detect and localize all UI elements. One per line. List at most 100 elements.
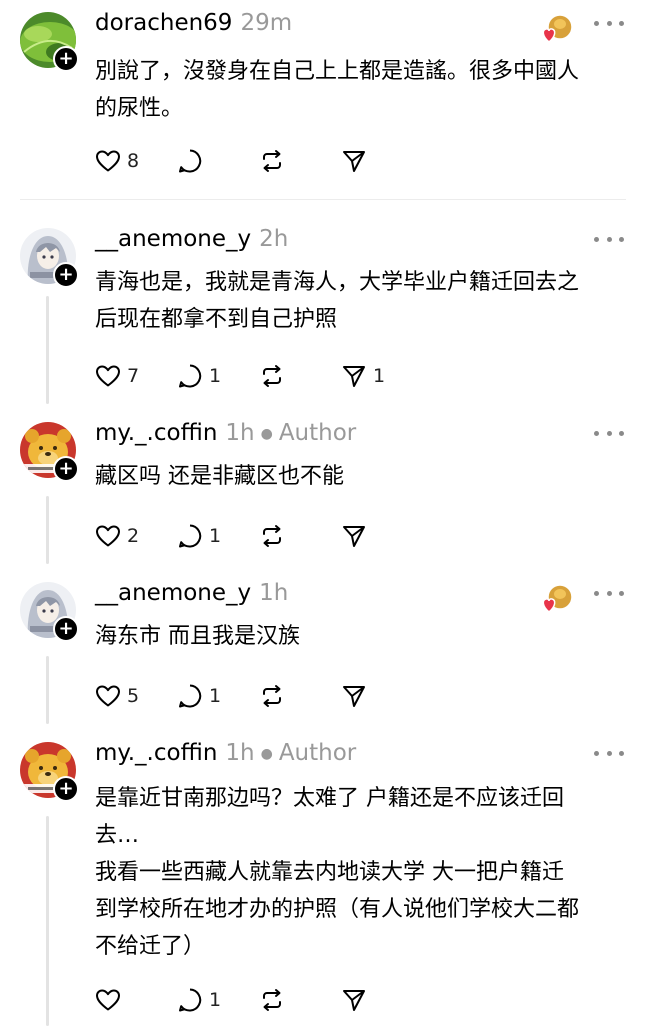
- reply-count: 1: [209, 989, 222, 1011]
- post-header: my._.coffin 1h ● Author: [95, 420, 356, 446]
- post-text: 青海也是，我就是青海人，大学毕业户籍迁回去之 后现在都拿不到自己护照: [95, 264, 579, 338]
- more-options-icon[interactable]: [594, 586, 624, 600]
- comment-bubble-icon: [179, 684, 202, 708]
- repost-icon: [263, 989, 281, 1011]
- post-text-line: 是靠近甘南那边吗？太难了 户籍还是不应该迁回: [95, 786, 564, 811]
- author-tag: Author: [278, 740, 357, 766]
- post-text-line: 別說了，沒發身在自己上上都是造謠。很多中國人: [95, 59, 580, 84]
- share-button[interactable]: [341, 987, 423, 1013]
- username[interactable]: my._.coffin: [95, 740, 217, 766]
- reply-button[interactable]: 1: [177, 987, 259, 1013]
- username[interactable]: __anemone_y: [95, 226, 251, 252]
- like-button[interactable]: 7: [95, 364, 177, 388]
- post-text: 藏区吗 还是非藏区也不能: [95, 458, 344, 495]
- repost-button[interactable]: [259, 683, 341, 709]
- repost-icon: [263, 365, 281, 387]
- share-button[interactable]: [341, 523, 423, 549]
- follow-plus-button[interactable]: +: [53, 616, 79, 642]
- more-options-icon[interactable]: [594, 746, 624, 760]
- author-liked-badge-icon: [542, 584, 573, 613]
- comment-bubble-icon: [179, 149, 202, 173]
- share-count: 1: [373, 365, 386, 387]
- like-count: 2: [127, 525, 140, 547]
- repost-icon: [263, 685, 281, 707]
- reply-count: 1: [209, 365, 222, 387]
- heart-icon: [96, 685, 120, 707]
- timestamp: 2h: [259, 226, 289, 252]
- reply-button[interactable]: 1: [177, 683, 259, 709]
- post-divider: [20, 199, 626, 200]
- share-button[interactable]: [341, 148, 423, 174]
- separator-dot: ●: [260, 745, 273, 762]
- like-button[interactable]: 5: [95, 684, 177, 708]
- reply-button[interactable]: 1: [177, 363, 259, 389]
- follow-plus-button[interactable]: +: [53, 46, 79, 72]
- post-text-line: 的尿性。: [95, 96, 184, 121]
- comment-bubble-icon: [179, 988, 202, 1012]
- share-button[interactable]: [341, 683, 423, 709]
- username[interactable]: dorachen69: [95, 10, 232, 36]
- username[interactable]: my._.coffin: [95, 420, 217, 446]
- avatar[interactable]: +: [20, 228, 79, 288]
- send-icon: [343, 686, 365, 707]
- action-bar: 1: [95, 985, 423, 1015]
- send-icon: [343, 151, 365, 172]
- send-icon: [343, 526, 365, 547]
- repost-button[interactable]: [259, 363, 341, 389]
- action-bar: 7 1 1: [95, 361, 423, 391]
- post-text-line: 我看一些西藏人就靠去内地读大学 大一把户籍迁: [95, 860, 564, 885]
- share-button[interactable]: 1: [341, 363, 423, 389]
- send-icon: [343, 990, 365, 1011]
- avatar[interactable]: +: [20, 742, 79, 802]
- heart-icon: [96, 989, 120, 1011]
- post-text-line: 藏区吗 还是非藏区也不能: [95, 464, 344, 489]
- username[interactable]: __anemone_y: [95, 580, 251, 606]
- reply-button[interactable]: 1: [177, 523, 259, 549]
- post-text-line: 去…: [95, 823, 140, 848]
- post-text-line: 不给迁了）: [95, 934, 206, 959]
- timestamp: 29m: [240, 10, 293, 36]
- follow-plus-button[interactable]: +: [53, 456, 79, 482]
- thread-line: [46, 816, 49, 1026]
- follow-plus-button[interactable]: +: [53, 262, 79, 288]
- repost-button[interactable]: [259, 148, 341, 174]
- post-header: dorachen69 29m: [95, 10, 292, 36]
- thread-line: [46, 656, 49, 724]
- more-options-icon[interactable]: [594, 426, 624, 440]
- reply-button[interactable]: [177, 148, 259, 174]
- repost-icon: [263, 150, 281, 172]
- repost-button[interactable]: [259, 523, 341, 549]
- reply-thread: + dorachen69 29m 別說了，沒發身在自己上上都是造謠。很多中國人 的…: [0, 0, 646, 1026]
- follow-plus-button[interactable]: +: [53, 776, 79, 802]
- avatar[interactable]: +: [20, 12, 79, 72]
- like-count: 5: [127, 685, 140, 707]
- post-text-line: 后现在都拿不到自己护照: [95, 307, 338, 332]
- reply-count: 1: [209, 525, 222, 547]
- post-header: __anemone_y 1h: [95, 580, 288, 606]
- like-button[interactable]: 2: [95, 524, 177, 548]
- separator-dot: ●: [260, 425, 273, 442]
- like-count: 7: [127, 365, 140, 387]
- comment-bubble-icon: [179, 524, 202, 548]
- more-options-icon[interactable]: [594, 16, 624, 30]
- thread-line: [46, 296, 49, 404]
- heart-icon: [96, 150, 120, 172]
- repost-icon: [263, 525, 281, 547]
- avatar[interactable]: +: [20, 422, 79, 482]
- post-text-line: 海东市 而且我是汉族: [95, 624, 300, 649]
- post-text: 是靠近甘南那边吗？太难了 户籍还是不应该迁回 去… 我看一些西藏人就靠去内地读大…: [95, 780, 579, 965]
- heart-icon: [96, 365, 120, 387]
- like-button[interactable]: 8: [95, 149, 177, 173]
- action-bar: 2 1: [95, 521, 423, 551]
- avatar[interactable]: +: [20, 582, 79, 642]
- post-header: my._.coffin 1h ● Author: [95, 740, 356, 766]
- heart-icon: [96, 525, 120, 547]
- repost-button[interactable]: [259, 987, 341, 1013]
- like-button[interactable]: [95, 988, 177, 1012]
- post-text: 海东市 而且我是汉族: [95, 618, 300, 655]
- thread-line: [46, 496, 49, 564]
- reply-count: 1: [209, 685, 222, 707]
- post-text: 別說了，沒發身在自己上上都是造謠。很多中國人 的尿性。: [95, 53, 579, 127]
- more-options-icon[interactable]: [594, 232, 624, 246]
- timestamp: 1h: [259, 580, 289, 606]
